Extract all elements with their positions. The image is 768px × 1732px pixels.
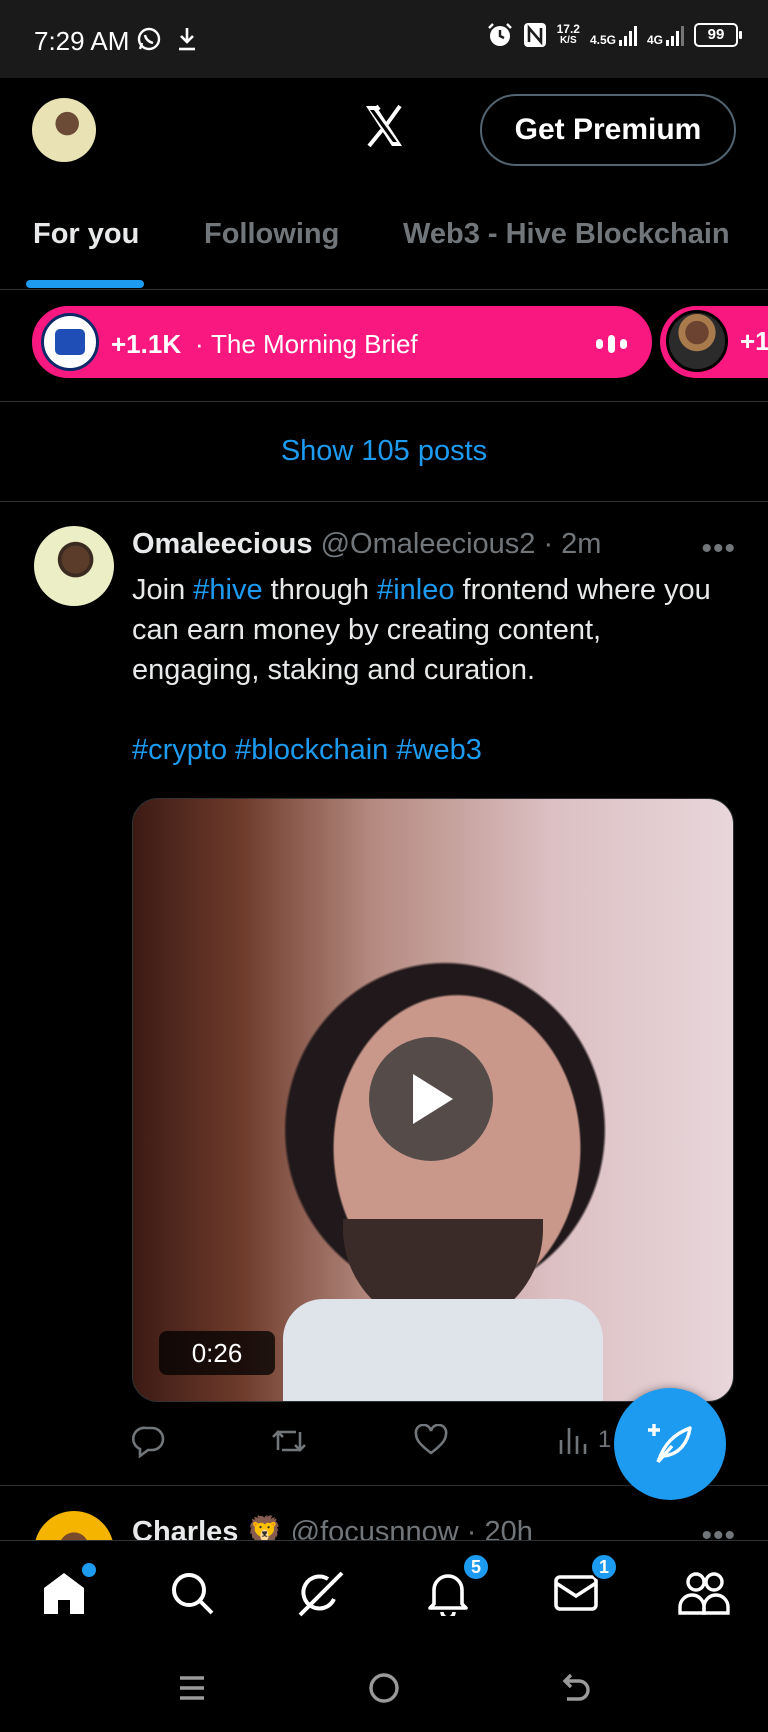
repost-icon	[272, 1430, 306, 1452]
system-navigation-bar	[0, 1644, 768, 1732]
tweet[interactable]: Omaleecious @Omaleecious2 · 2m ••• Join …	[0, 502, 768, 1486]
circle-home-icon	[369, 1673, 399, 1703]
reply-icon	[132, 1426, 165, 1458]
tweet-video[interactable]: 0:26	[132, 798, 734, 1402]
views-count: 1	[598, 1426, 612, 1453]
like-icon	[414, 1424, 448, 1455]
like-button[interactable]	[414, 1424, 448, 1456]
tweet-hashtags[interactable]: #crypto #blockchain #web3	[132, 734, 482, 767]
next-tweet[interactable]: Charles 🦁 @focusnnow · 20h •••	[0, 1487, 768, 1541]
status-left-icons	[136, 26, 198, 52]
tweet-author-handle[interactable]: @Omaleecious2	[321, 528, 536, 560]
whatsapp-icon	[137, 27, 161, 51]
app-header: Get Premium	[0, 78, 768, 182]
views-icon	[559, 1428, 587, 1454]
status-bar: 7:29 AM 17.2 K/S 4.5G 4G 99	[0, 0, 768, 78]
next-tweet-handle[interactable]: @focusnnow	[291, 1516, 459, 1541]
back-button[interactable]	[552, 1664, 600, 1712]
hashtag-inleo[interactable]: #inleo	[377, 574, 454, 606]
x-logo-icon[interactable]	[360, 102, 408, 150]
status-time: 7:29 AM	[34, 26, 130, 56]
next-tweet-emoji: 🦁	[246, 1516, 283, 1541]
nfc-icon	[523, 23, 546, 47]
space-host-avatar-2	[666, 310, 728, 372]
compose-icon	[648, 1424, 692, 1464]
get-premium-button[interactable]: Get Premium	[480, 94, 736, 166]
space-listener-count-2: +1	[740, 326, 768, 356]
play-button[interactable]	[369, 1037, 493, 1161]
reply-button[interactable]	[132, 1424, 166, 1458]
menu-icon	[180, 1676, 204, 1700]
notifications-badge: 5	[462, 1553, 490, 1581]
communities-icon	[678, 1572, 730, 1615]
video-duration: 0:26	[159, 1331, 275, 1375]
tweet-time: · 2m	[543, 528, 602, 560]
show-new-posts-button[interactable]: Show 105 posts	[0, 402, 768, 502]
hashtag-hive[interactable]: #hive	[193, 574, 262, 606]
tweet-author-avatar[interactable]	[34, 526, 114, 606]
network-type-1: 4.5G	[589, 33, 616, 47]
play-icon	[413, 1074, 453, 1124]
recent-apps-button[interactable]	[168, 1664, 216, 1712]
repost-button[interactable]	[270, 1424, 308, 1458]
space-pill-morning-brief[interactable]: +1.1K · The Morning Brief	[32, 306, 652, 378]
next-tweet-more-icon[interactable]: •••	[701, 1519, 736, 1541]
search-icon	[172, 1573, 214, 1615]
tab-following[interactable]: Following	[204, 218, 339, 251]
compose-button[interactable]	[614, 1388, 726, 1500]
download-icon	[179, 28, 195, 51]
nav-search[interactable]	[164, 1565, 220, 1621]
alarm-icon	[487, 23, 512, 46]
space-listener-count: +1.1K	[111, 329, 182, 359]
video-thumbnail-detail-2	[283, 1299, 603, 1401]
nav-grok[interactable]	[292, 1565, 348, 1621]
next-tweet-avatar[interactable]	[34, 1511, 114, 1541]
home-unread-dot	[82, 1563, 96, 1577]
signal-1: 4.5G	[590, 24, 637, 46]
bell-icon	[428, 1574, 468, 1616]
grok-icon	[298, 1571, 344, 1617]
space-host-avatar	[41, 313, 99, 371]
mail-icon	[554, 1575, 598, 1611]
tweet-text: Join #hive through #inleo frontend where…	[132, 574, 711, 686]
battery-indicator: 99	[694, 23, 742, 47]
home-icon	[44, 1573, 84, 1614]
network-type-2: 4G	[646, 33, 663, 47]
nav-communities[interactable]	[676, 1565, 732, 1621]
nav-home[interactable]	[36, 1563, 96, 1621]
signal-2: 4G	[647, 24, 684, 46]
space-title: The Morning Brief	[211, 329, 418, 359]
messages-badge: 1	[590, 1553, 618, 1581]
home-system-button[interactable]	[360, 1664, 408, 1712]
tab-web3-hive[interactable]: Web3 - Hive Blockchain	[403, 218, 730, 251]
next-tweet-author-name[interactable]: Charles	[132, 1516, 238, 1541]
nav-notifications[interactable]: 5	[420, 1553, 490, 1621]
nav-messages[interactable]: 1	[548, 1553, 618, 1621]
tweet-more-icon[interactable]: •••	[701, 532, 736, 566]
back-icon	[562, 1673, 590, 1701]
space-separator: ·	[195, 329, 204, 359]
next-tweet-time: · 20h	[466, 1516, 533, 1541]
tweet-author-name[interactable]: Omaleecious	[132, 528, 313, 560]
space-pill-2[interactable]: +1	[660, 306, 768, 378]
spaces-row: +1.1K · The Morning Brief +1	[0, 290, 768, 402]
tab-for-you[interactable]: For you	[33, 218, 139, 251]
bottom-navigation: 5 1	[0, 1540, 768, 1644]
next-tweet-header: Charles 🦁 @focusnnow · 20h	[132, 1515, 533, 1541]
status-right-icons: 17.2 K/S 4.5G 4G 99	[487, 22, 742, 48]
active-tab-indicator	[26, 280, 144, 288]
timeline-tabs: For you Following Web3 - Hive Blockchain	[0, 182, 768, 290]
views-button[interactable]: 1	[558, 1424, 611, 1456]
net-speed: 17.2 K/S	[556, 22, 580, 46]
audio-wave-icon	[596, 335, 627, 353]
tweet-header: Omaleecious @Omaleecious2 · 2m	[132, 528, 601, 561]
profile-avatar[interactable]	[32, 98, 96, 162]
